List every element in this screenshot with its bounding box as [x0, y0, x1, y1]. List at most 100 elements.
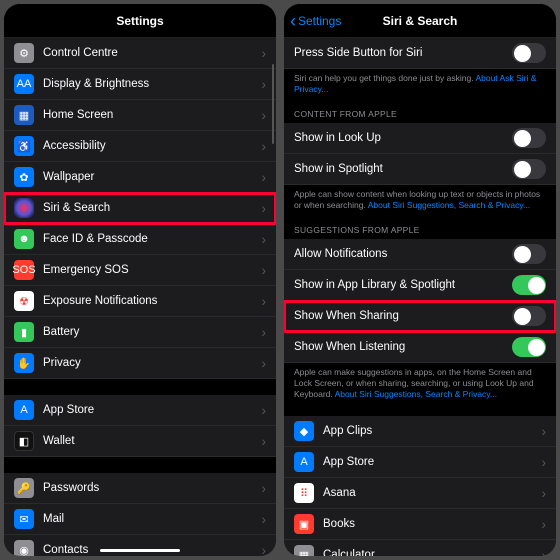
- back-button[interactable]: Settings: [290, 14, 341, 28]
- row-label: Calculator: [323, 549, 541, 556]
- toggle-row-press-side-button-for-siri[interactable]: Press Side Button for Siri: [284, 38, 556, 69]
- settings-row-passwords[interactable]: 🔑Passwords›: [4, 473, 276, 504]
- toggle-switch[interactable]: [512, 306, 546, 326]
- settings-list[interactable]: ⚙Control Centre›AADisplay & Brightness›▦…: [4, 38, 276, 556]
- row-label: Press Side Button for Siri: [294, 47, 512, 59]
- chevron-right-icon: ›: [261, 324, 266, 340]
- row-icon: SOS: [14, 260, 34, 280]
- section-header: CONTENT FROM APPLE: [284, 101, 556, 123]
- app-icon: A: [294, 452, 314, 472]
- settings-row-wallpaper[interactable]: ✿Wallpaper›: [4, 162, 276, 193]
- settings-row-display-brightness[interactable]: AA Display & Brightness›: [4, 69, 276, 100]
- row-label: Show When Listening: [294, 341, 512, 353]
- row-label: Face ID & Passcode: [43, 233, 261, 245]
- row-icon: ◉: [14, 540, 34, 556]
- row-label: Show in Look Up: [294, 132, 512, 144]
- row-label: Home Screen: [43, 109, 261, 121]
- settings-row-app-store[interactable]: AApp Store›: [4, 395, 276, 426]
- row-label: Emergency SOS: [43, 264, 261, 276]
- settings-row-privacy[interactable]: ✋Privacy›: [4, 348, 276, 379]
- app-row-asana[interactable]: ⠿Asana›: [284, 478, 556, 509]
- row-label: Show When Sharing: [294, 310, 512, 322]
- footnote: Apple can show content when looking up t…: [284, 185, 556, 217]
- app-row-app-store[interactable]: A App Store›: [284, 447, 556, 478]
- toggle-row-show-in-look-up[interactable]: Show in Look Up: [284, 123, 556, 154]
- row-label: Battery: [43, 326, 261, 338]
- row-label: Display & Brightness: [43, 78, 261, 90]
- row-icon: A: [14, 400, 34, 420]
- settings-row-siri-search[interactable]: Siri & Search›: [4, 193, 276, 224]
- scroll-indicator[interactable]: [272, 64, 274, 144]
- settings-row-battery[interactable]: ▮ Battery›: [4, 317, 276, 348]
- toggle-row-show-in-spotlight[interactable]: Show in Spotlight: [284, 154, 556, 185]
- settings-row-wallet[interactable]: ◧Wallet›: [4, 426, 276, 457]
- toggle-switch[interactable]: [512, 159, 546, 179]
- footnote-link[interactable]: About Siri Suggestions, Search & Privacy…: [335, 389, 497, 399]
- chevron-right-icon: ›: [261, 542, 266, 556]
- row-icon: ☢: [14, 291, 34, 311]
- row-label: App Store: [323, 456, 541, 468]
- toggle-switch[interactable]: [512, 43, 546, 63]
- chevron-right-icon: ›: [541, 454, 546, 470]
- app-row-calculator[interactable]: ▦Calculator›: [284, 540, 556, 556]
- row-label: Control Centre: [43, 47, 261, 59]
- row-label: Show in App Library & Spotlight: [294, 279, 512, 291]
- row-icon: ▮: [14, 322, 34, 342]
- settings-row-exposure-notifications[interactable]: ☢ Exposure Notifications›: [4, 286, 276, 317]
- chevron-right-icon: ›: [261, 293, 266, 309]
- toggle-switch[interactable]: [512, 337, 546, 357]
- home-indicator[interactable]: [100, 549, 180, 552]
- row-icon: ▦: [14, 105, 34, 125]
- row-icon: ✉: [14, 509, 34, 529]
- chevron-right-icon: ›: [261, 511, 266, 527]
- row-label: Siri & Search: [43, 202, 261, 214]
- chevron-right-icon: ›: [261, 480, 266, 496]
- toggle-switch[interactable]: [512, 244, 546, 264]
- row-icon: 🔑: [14, 478, 34, 498]
- row-icon: ☻: [14, 229, 34, 249]
- chevron-right-icon: ›: [261, 402, 266, 418]
- toggle-switch[interactable]: [512, 275, 546, 295]
- settings-row-contacts[interactable]: ◉Contacts›: [4, 535, 276, 556]
- toggle-row-allow-notifications[interactable]: Allow Notifications: [284, 239, 556, 270]
- row-icon: ◧: [14, 431, 34, 451]
- row-label: Wallet: [43, 435, 261, 447]
- footnote: Apple can make suggestions in apps, on t…: [284, 363, 556, 406]
- toggle-switch[interactable]: [512, 128, 546, 148]
- row-icon: ⚙: [14, 43, 34, 63]
- row-label: Mail: [43, 513, 261, 525]
- footnote-link[interactable]: About Ask Siri & Privacy...: [294, 73, 536, 94]
- row-label: Books: [323, 518, 541, 530]
- app-row-books[interactable]: ▣Books›: [284, 509, 556, 540]
- chevron-right-icon: ›: [261, 45, 266, 61]
- row-label: Exposure Notifications: [43, 295, 261, 307]
- siri-settings-list[interactable]: Press Side Button for SiriSiri can help …: [284, 38, 556, 556]
- app-icon: ⠿: [294, 483, 314, 503]
- chevron-right-icon: ›: [261, 169, 266, 185]
- row-icon: AA: [14, 74, 34, 94]
- chevron-right-icon: ›: [261, 231, 266, 247]
- settings-row-mail[interactable]: ✉ Mail›: [4, 504, 276, 535]
- chevron-right-icon: ›: [261, 76, 266, 92]
- siri-search-screen: Settings Siri & Search Press Side Button…: [284, 4, 556, 556]
- chevron-right-icon: ›: [261, 200, 266, 216]
- toggle-row-show-in-app-library-spotlight[interactable]: Show in App Library & Spotlight: [284, 270, 556, 301]
- settings-row-accessibility[interactable]: ♿Accessibility›: [4, 131, 276, 162]
- settings-row-emergency-sos[interactable]: SOSEmergency SOS›: [4, 255, 276, 286]
- toggle-row-show-when-listening[interactable]: Show When Listening: [284, 332, 556, 363]
- page-title: Settings: [116, 14, 163, 28]
- header: Settings Siri & Search: [284, 4, 556, 38]
- row-label: Privacy: [43, 357, 261, 369]
- settings-row-control-centre[interactable]: ⚙ Control Centre›: [4, 38, 276, 69]
- row-label: App Clips: [323, 425, 541, 437]
- header: Settings: [4, 4, 276, 38]
- row-icon: [14, 198, 34, 218]
- row-icon: ✋: [14, 353, 34, 373]
- app-row-app-clips[interactable]: ◆App Clips›: [284, 416, 556, 447]
- chevron-right-icon: ›: [541, 423, 546, 439]
- chevron-right-icon: ›: [261, 107, 266, 123]
- toggle-row-show-when-sharing[interactable]: Show When Sharing: [284, 301, 556, 332]
- settings-row-home-screen[interactable]: ▦ Home Screen›: [4, 100, 276, 131]
- footnote-link[interactable]: About Siri Suggestions, Search & Privacy…: [368, 200, 530, 210]
- settings-row-face-id-passcode[interactable]: ☻ Face ID & Passcode›: [4, 224, 276, 255]
